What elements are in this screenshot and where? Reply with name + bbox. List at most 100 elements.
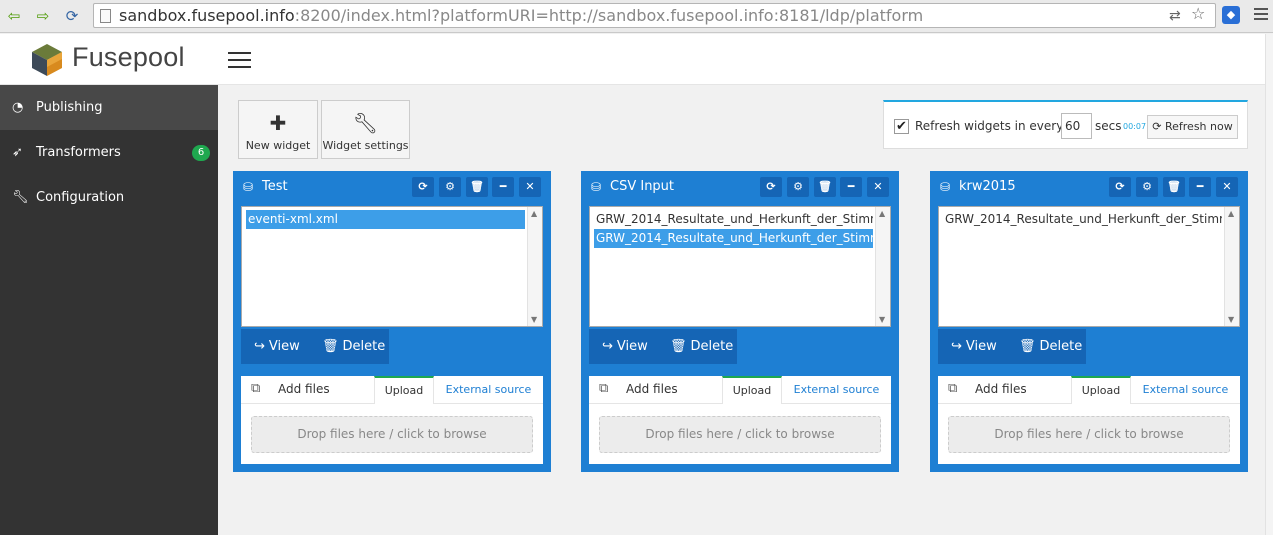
scroll-down-icon[interactable]: ▼ <box>1228 315 1234 324</box>
scroll-down-icon[interactable]: ▼ <box>879 315 885 324</box>
forward-arrow-icon[interactable]: ⇨ <box>33 6 53 26</box>
trash-icon: 🗑︎ <box>670 339 687 354</box>
delete-button[interactable]: 🗑︎ Delete <box>1019 329 1082 364</box>
list-item[interactable]: GRW_2014_Resultate_und_Herkunft_der_Stim… <box>594 210 873 229</box>
bookmark-star-icon[interactable]: ☆ <box>1191 6 1205 22</box>
sidebar-item-publishing[interactable]: ◔ Publishing <box>0 85 218 130</box>
inbox-icon: ⛁ <box>591 180 602 194</box>
copy-files-icon: ⧉ <box>599 381 609 396</box>
listbox-scrollbar[interactable]: ▲ ▼ <box>875 207 890 326</box>
fusepool-logo-icon <box>32 44 62 76</box>
app-header: Fusepool <box>0 34 1265 85</box>
refresh-interval-input[interactable] <box>1061 113 1092 139</box>
address-bar[interactable]: sandbox.fusepool.info:8200/index.html?pl… <box>93 3 1216 28</box>
browser-toolbar: ⇦ ⇨ ⟳ sandbox.fusepool.info:8200/index.h… <box>0 0 1273 33</box>
view-button[interactable]: ↪ View <box>254 329 300 364</box>
inbox-icon: ⛁ <box>243 180 254 194</box>
widget-settings-gear-button[interactable]: ⚙ <box>1136 177 1158 197</box>
widget-panel: ⛁ Test ⟳ ⚙ 🗑︎ ━ ✕ eventi-xml.xml ▲ ▼ ↪ Vi… <box>233 171 551 472</box>
file-dropzone[interactable]: Drop files here / click to browse <box>599 416 881 453</box>
upload-panel: ⧉ Add files Upload External source Drop … <box>241 376 543 464</box>
page-icon <box>100 9 111 23</box>
widget-close-button[interactable]: ✕ <box>867 177 889 197</box>
delete-button[interactable]: 🗑︎ Delete <box>670 329 733 364</box>
widget-title: CSV Input <box>610 179 675 194</box>
widget-close-button[interactable]: ✕ <box>519 177 541 197</box>
view-button[interactable]: ↪ View <box>602 329 648 364</box>
scroll-up-icon[interactable]: ▲ <box>879 209 885 218</box>
widget-refresh-button[interactable]: ⟳ <box>1109 177 1131 197</box>
file-dropzone[interactable]: Drop files here / click to browse <box>251 416 533 453</box>
file-actions: ↪ View 🗑︎ Delete <box>938 329 1086 364</box>
widget-settings-button[interactable]: 🔧︎ Widget settings <box>321 100 410 159</box>
file-actions: ↪ View 🗑︎ Delete <box>241 329 389 364</box>
tab-external-source[interactable]: External source <box>434 376 543 404</box>
list-item[interactable]: GRW_2014_Resultate_und_Herkunft_der_Stim… <box>594 229 873 248</box>
tab-upload[interactable]: Upload <box>1071 376 1131 404</box>
scroll-up-icon[interactable]: ▲ <box>531 209 537 218</box>
back-arrow-icon[interactable]: ⇦ <box>4 6 24 26</box>
widget-trash-button[interactable]: 🗑︎ <box>466 177 488 197</box>
view-button[interactable]: ↪ View <box>951 329 997 364</box>
copy-files-icon: ⧉ <box>251 381 261 396</box>
widget-title: krw2015 <box>959 179 1016 194</box>
refresh-label: Refresh widgets in every <box>915 119 1064 133</box>
refresh-timer: 00:07 <box>1123 122 1147 131</box>
tab-external-source[interactable]: External source <box>782 376 891 404</box>
widget-settings-gear-button[interactable]: ⚙ <box>787 177 809 197</box>
secs-label: secs <box>1095 119 1122 133</box>
listbox-scrollbar[interactable]: ▲ ▼ <box>527 207 542 326</box>
sidebar-item-label: Transformers <box>36 145 121 160</box>
tab-upload[interactable]: Upload <box>722 376 782 404</box>
widget-minimize-button[interactable]: ━ <box>840 177 862 197</box>
wrench-icon: 🔧︎ <box>12 190 29 205</box>
app-logo-text: Fusepool <box>72 42 185 72</box>
scroll-up-icon[interactable]: ▲ <box>1228 209 1234 218</box>
trash-icon: 🗑︎ <box>1019 339 1036 354</box>
widget-panel: ⛁ CSV Input ⟳ ⚙ 🗑︎ ━ ✕ GRW_2014_Resultat… <box>581 171 899 472</box>
extension-shield-icon[interactable]: ◆ <box>1222 6 1240 24</box>
browser-menu-icon[interactable] <box>1254 8 1268 23</box>
sidebar-item-label: Configuration <box>36 190 125 205</box>
sidebar-item-transformers[interactable]: ➶ Transformers 6 <box>0 130 218 175</box>
widget-refresh-button[interactable]: ⟳ <box>412 177 434 197</box>
refresh-now-button[interactable]: ⟳ Refresh now <box>1147 115 1238 139</box>
widget-trash-button[interactable]: 🗑︎ <box>814 177 836 197</box>
file-listbox[interactable]: GRW_2014_Resultate_und_Herkunft_der_Stim… <box>589 206 891 327</box>
widget-settings-gear-button[interactable]: ⚙ <box>439 177 461 197</box>
new-widget-button[interactable]: ✚ New widget <box>238 100 318 159</box>
share-arrow-icon: ↪ <box>602 339 613 354</box>
plus-icon: ✚ <box>269 111 287 135</box>
hamburger-menu-icon[interactable] <box>228 52 251 73</box>
refresh-panel: ✔ Refresh widgets in every secs 00:07 ⟳ … <box>883 100 1248 149</box>
file-listbox[interactable]: GRW_2014_Resultate_und_Herkunft_der_Stim… <box>938 206 1240 327</box>
add-files-header: ⧉ Add files <box>241 376 374 404</box>
widget-minimize-button[interactable]: ━ <box>492 177 514 197</box>
widget-trash-button[interactable]: 🗑︎ <box>1163 177 1185 197</box>
refresh-icon: ⟳ <box>1152 120 1162 133</box>
list-item[interactable]: GRW_2014_Resultate_und_Herkunft_der_Stim… <box>943 210 1222 229</box>
file-actions: ↪ View 🗑︎ Delete <box>589 329 737 364</box>
dashboard-icon: ◔ <box>12 100 24 115</box>
reload-icon[interactable]: ⟳ <box>62 6 82 26</box>
sidebar-item-configuration[interactable]: 🔧︎ Configuration <box>0 175 218 220</box>
file-listbox[interactable]: eventi-xml.xml ▲ ▼ <box>241 206 543 327</box>
tab-upload[interactable]: Upload <box>374 376 434 404</box>
widget-close-button[interactable]: ✕ <box>1216 177 1238 197</box>
add-files-header: ⧉ Add files <box>589 376 722 404</box>
scroll-down-icon[interactable]: ▼ <box>531 315 537 324</box>
share-arrow-icon: ↪ <box>254 339 265 354</box>
widget-minimize-button[interactable]: ━ <box>1189 177 1211 197</box>
wrench-icon: 🔧︎ <box>352 111 379 135</box>
list-item[interactable]: eventi-xml.xml <box>246 210 525 229</box>
page-scrollbar[interactable] <box>1265 34 1273 535</box>
refresh-checkbox[interactable]: ✔ <box>894 119 909 134</box>
url-text: sandbox.fusepool.info:8200/index.html?pl… <box>119 6 924 25</box>
listbox-scrollbar[interactable]: ▲ ▼ <box>1224 207 1239 326</box>
delete-button[interactable]: 🗑︎ Delete <box>322 329 385 364</box>
widget-refresh-button[interactable]: ⟳ <box>760 177 782 197</box>
translate-icon[interactable]: ⇄ <box>1169 8 1181 24</box>
file-dropzone[interactable]: Drop files here / click to browse <box>948 416 1230 453</box>
rocket-icon: ➶ <box>12 145 23 160</box>
tab-external-source[interactable]: External source <box>1131 376 1240 404</box>
